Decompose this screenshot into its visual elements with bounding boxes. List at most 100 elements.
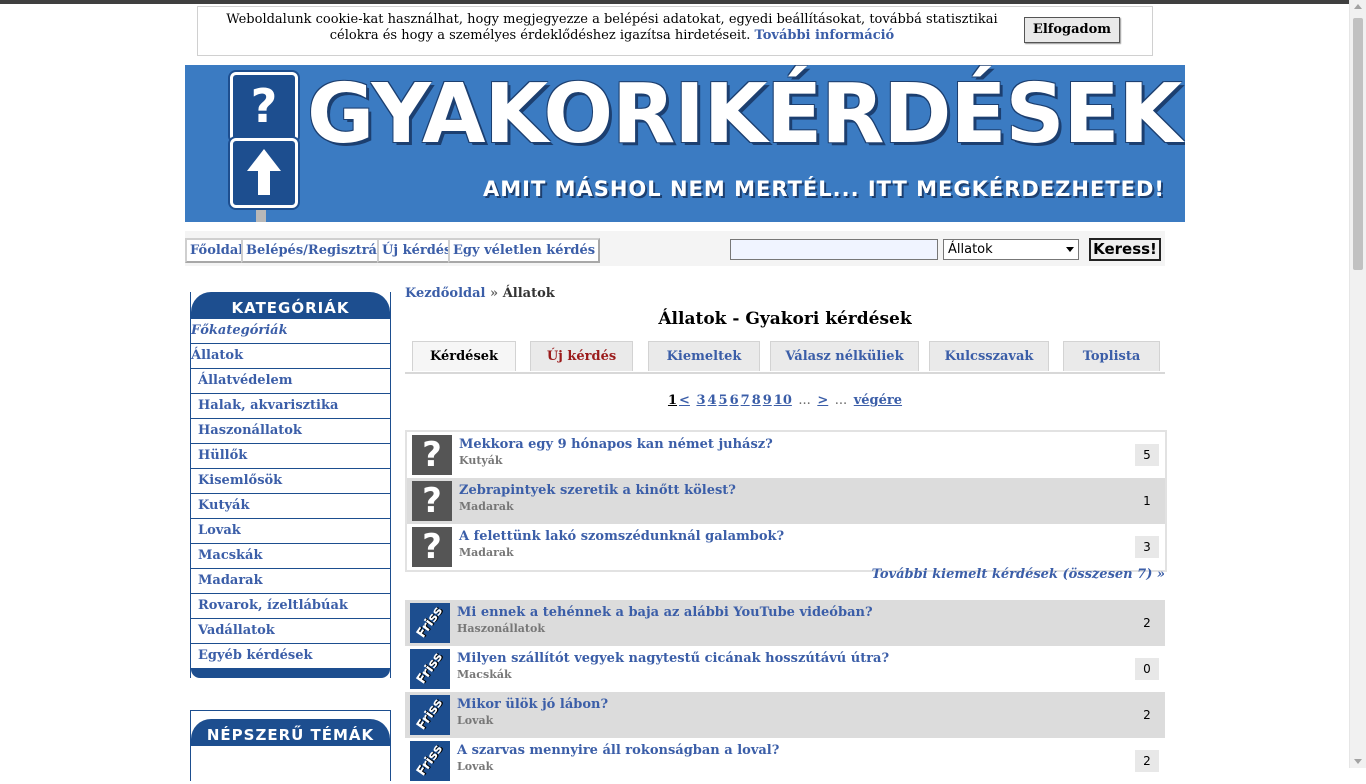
question-category: Madarak xyxy=(459,546,514,559)
question-row[interactable]: Friss Mikor ülök jó lábon? Lovak 2 xyxy=(405,692,1165,738)
page-prev[interactable]: < xyxy=(679,393,690,408)
fresh-badge-icon: Friss xyxy=(410,603,450,643)
sidebar-item-madarak[interactable]: Madarak xyxy=(191,569,390,594)
page-link[interactable]: 10 xyxy=(774,393,792,408)
nav-random-question[interactable]: Egy véletlen kérdés xyxy=(448,238,601,263)
page-link[interactable]: 3 xyxy=(696,393,705,408)
nav-home[interactable]: Főoldal xyxy=(185,238,249,263)
question-mark-icon: ? xyxy=(412,481,452,521)
page-scrollbar[interactable] xyxy=(1349,0,1366,768)
sidebar-item-rovarok[interactable]: Rovarok, ízeltlábúak xyxy=(191,594,390,619)
cookie-more-link[interactable]: További információ xyxy=(755,28,895,43)
question-title[interactable]: Milyen szállítót vegyek nagytestű cicána… xyxy=(457,651,889,666)
tab-toplist[interactable]: Toplista xyxy=(1063,341,1160,371)
answer-count: 5 xyxy=(1135,444,1159,466)
question-row[interactable]: Friss Milyen szállítót vegyek nagytestű … xyxy=(405,646,1165,692)
question-title[interactable]: A felettünk lakó szomszédunknál galambok… xyxy=(459,529,784,544)
sidebar-item-allatvedelem[interactable]: Állatvédelem xyxy=(191,369,390,394)
tab-new-question[interactable]: Új kérdés xyxy=(530,341,633,371)
sidebar-item-haszonallatok[interactable]: Haszonállatok xyxy=(191,419,390,444)
question-category: Lovak xyxy=(457,760,494,773)
question-row[interactable]: ? A felettünk lakó szomszédunknál galamb… xyxy=(407,524,1165,570)
tab-questions[interactable]: Kérdések xyxy=(412,341,516,371)
question-title[interactable]: Mekkora egy 9 hónapos kan német juhász? xyxy=(459,437,773,452)
category-select-value: Állatok xyxy=(948,242,993,257)
question-title[interactable]: Zebrapintyek szeretik a kinőtt kölest? xyxy=(459,483,736,498)
sidebar-categories-footer xyxy=(191,669,390,678)
question-title[interactable]: Mi ennek a tehénnek a baja az alábbi You… xyxy=(457,605,873,620)
cookie-text: Weboldalunk cookie-kat használhat, hogy … xyxy=(226,12,998,43)
tab-keywords[interactable]: Kulcsszavak xyxy=(929,341,1049,371)
featured-questions: ? Mekkora egy 9 hónapos kan német juhász… xyxy=(405,430,1167,572)
question-row[interactable]: ? Zebrapintyek szeretik a kinőtt kölest?… xyxy=(407,478,1165,524)
sidebar-categories-title: KATEGÓRIÁK xyxy=(191,292,390,319)
scroll-up-icon[interactable] xyxy=(1354,4,1362,9)
answer-count: 3 xyxy=(1135,536,1159,558)
site-logo-text: GYAKORIKÉRDÉSEK.HU xyxy=(307,67,1185,162)
search-input[interactable] xyxy=(730,239,938,260)
answer-count: 2 xyxy=(1135,704,1159,726)
fresh-badge-icon: Friss xyxy=(410,649,450,689)
question-title[interactable]: A szarvas mennyire áll rokonságban a lov… xyxy=(457,743,779,758)
search-button[interactable]: Keress! xyxy=(1089,238,1161,261)
sidebar-item-lovak[interactable]: Lovak xyxy=(191,519,390,544)
question-row[interactable]: ? Mekkora egy 9 hónapos kan német juhász… xyxy=(407,432,1165,478)
sidebar-popular-title: NÉPSZERŰ TÉMÁK xyxy=(191,719,390,746)
nav-new-question[interactable]: Új kérdés xyxy=(377,238,457,263)
page-current: 1 xyxy=(667,393,678,408)
chevron-down-icon xyxy=(1066,247,1074,252)
page-link[interactable]: 4 xyxy=(708,393,717,408)
breadcrumb-home[interactable]: Kezdőoldal xyxy=(405,286,486,301)
page-next[interactable]: > xyxy=(817,393,828,408)
answer-count: 2 xyxy=(1135,612,1159,634)
answer-count: 0 xyxy=(1135,658,1159,680)
cookie-accept-button[interactable]: Elfogadom xyxy=(1024,17,1120,43)
sidebar-item-egyeb[interactable]: Egyéb kérdések xyxy=(191,644,390,669)
pagination: 1 < 3 4 5 6 7 8 9 10 ... > ... végére xyxy=(405,393,1165,408)
page-ellipsis-2: ... xyxy=(834,393,848,408)
question-mark-icon: ? xyxy=(412,435,452,475)
sidebar-item-main-categories[interactable]: Főkategóriák xyxy=(191,319,390,344)
sidebar-categories: KATEGÓRIÁK Főkategóriák Állatok Állatvéd… xyxy=(190,292,391,678)
scrollbar-thumb[interactable] xyxy=(1353,18,1363,270)
question-category: Lovak xyxy=(457,714,494,727)
question-row[interactable]: Friss Mi ennek a tehénnek a baja az aláb… xyxy=(405,600,1165,646)
question-title[interactable]: Mikor ülök jó lábon? xyxy=(457,697,608,712)
fresh-questions: Friss Mi ennek a tehénnek a baja az aláb… xyxy=(405,600,1165,784)
question-tabs: Kérdések Új kérdés Kiemeltek Válasz nélk… xyxy=(405,341,1165,374)
site-banner[interactable]: ? GYAKORIKÉRDÉSEK.HU AMIT MÁSHOL NEM MER… xyxy=(185,65,1185,222)
sidebar-item-current[interactable]: Állatok xyxy=(191,344,390,369)
fresh-badge-icon: Friss xyxy=(410,695,450,735)
sidebar-item-vadallatok[interactable]: Vadállatok xyxy=(191,619,390,644)
page-link[interactable]: 7 xyxy=(741,393,750,408)
page-title: Állatok - Gyakori kérdések xyxy=(658,309,912,329)
question-sign-icon: ? xyxy=(230,72,298,142)
site-slogan: AMIT MÁSHOL NEM MERTÉL... ITT MEGKÉRDEZH… xyxy=(482,177,1165,201)
scroll-down-icon[interactable] xyxy=(1354,759,1362,764)
window-top-border xyxy=(0,0,1350,4)
page-end[interactable]: végére xyxy=(854,393,902,408)
answer-count: 2 xyxy=(1135,750,1159,772)
fresh-badge-icon: Friss xyxy=(410,741,450,781)
question-category: Macskák xyxy=(457,668,512,681)
sidebar-item-kutyak[interactable]: Kutyák xyxy=(191,494,390,519)
breadcrumb: Kezdőoldal » Állatok xyxy=(405,286,555,301)
breadcrumb-separator: » xyxy=(490,286,499,301)
page-link[interactable]: 8 xyxy=(752,393,761,408)
page-link[interactable]: 9 xyxy=(763,393,772,408)
tab-featured[interactable]: Kiemeltek xyxy=(648,341,760,371)
sidebar-item-kisemlosok[interactable]: Kisemlősök xyxy=(191,469,390,494)
more-featured-link[interactable]: További kiemelt kérdések (összesen 7) » xyxy=(405,567,1165,582)
question-row[interactable]: Friss A szarvas mennyire áll rokonságban… xyxy=(405,738,1165,784)
page-ellipsis: ... xyxy=(798,393,811,408)
answer-count: 1 xyxy=(1135,490,1159,512)
page-link[interactable]: 5 xyxy=(719,393,728,408)
category-select[interactable]: Állatok xyxy=(943,239,1079,260)
main-navigation: Főoldal Belépés/Regisztráció Új kérdés E… xyxy=(185,231,1165,266)
tab-unanswered[interactable]: Válasz nélküliek xyxy=(770,341,919,371)
sidebar-item-halak[interactable]: Halak, akvarisztika xyxy=(191,394,390,419)
sidebar-item-macskak[interactable]: Macskák xyxy=(191,544,390,569)
page-link[interactable]: 6 xyxy=(730,393,739,408)
cookie-notice: Weboldalunk cookie-kat használhat, hogy … xyxy=(197,6,1153,56)
sidebar-item-hullok[interactable]: Hüllők xyxy=(191,444,390,469)
